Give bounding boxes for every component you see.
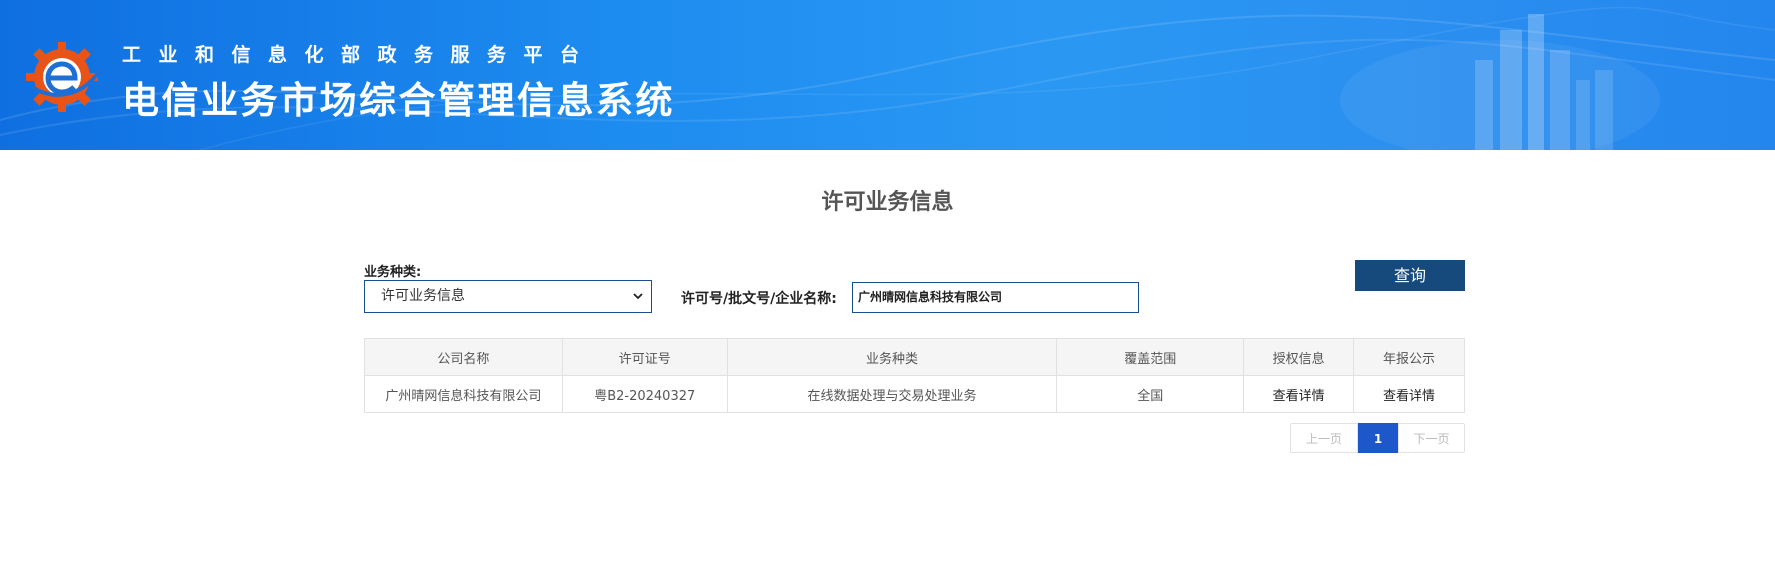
column-header-license-no: 许可证号 xyxy=(561,338,728,376)
prev-page-button[interactable]: 上一页 xyxy=(1290,423,1358,453)
page-title: 许可业务信息 xyxy=(821,190,954,215)
business-type-select[interactable]: 许可业务信息 xyxy=(364,280,652,313)
chevron-down-icon xyxy=(633,293,643,300)
cell-business-type: 在线数据处理与交易处理业务 xyxy=(726,375,1058,413)
pagination: 上一页 1 下一页 xyxy=(1290,423,1465,453)
table-row: 广州晴网信息科技有限公司 粤B2-20240327 在线数据处理与交易处理业务 … xyxy=(364,375,1465,413)
header-banner: 工业和信息化部政务服务平台 电信业务市场综合管理信息系统 xyxy=(0,0,1775,150)
column-header-company: 公司名称 xyxy=(364,338,563,376)
column-header-auth-info: 授权信息 xyxy=(1243,338,1355,376)
system-title: 电信业务市场综合管理信息系统 xyxy=(122,79,675,122)
next-page-button[interactable]: 下一页 xyxy=(1398,423,1465,453)
business-type-label: 业务种类: xyxy=(364,265,422,280)
auth-info-detail-link[interactable]: 查看详情 xyxy=(1243,375,1355,413)
gear-e-logo-icon xyxy=(26,42,102,112)
results-table: 公司名称 许可证号 业务种类 覆盖范围 授权信息 年报公示 广州晴网信息科技有限… xyxy=(364,338,1465,413)
cell-coverage: 全国 xyxy=(1056,375,1245,413)
column-header-business-type: 业务种类 xyxy=(726,338,1058,376)
platform-subtitle: 工业和信息化部政务服务平台 xyxy=(122,44,597,66)
license-search-input[interactable]: 广州晴网信息科技有限公司 xyxy=(852,282,1139,313)
query-button[interactable]: 查询 xyxy=(1355,260,1465,291)
business-type-selected-value: 许可业务信息 xyxy=(381,288,465,304)
column-header-annual-report: 年报公示 xyxy=(1353,338,1465,376)
license-search-label: 许可号/批文号/企业名称: xyxy=(681,291,837,307)
cell-company: 广州晴网信息科技有限公司 xyxy=(364,375,563,413)
cell-license-no: 粤B2-20240327 xyxy=(561,375,728,413)
column-header-coverage: 覆盖范围 xyxy=(1056,338,1245,376)
page-1-button[interactable]: 1 xyxy=(1358,423,1398,453)
annual-report-detail-link[interactable]: 查看详情 xyxy=(1353,375,1465,413)
table-header-row: 公司名称 许可证号 业务种类 覆盖范围 授权信息 年报公示 xyxy=(364,338,1465,376)
